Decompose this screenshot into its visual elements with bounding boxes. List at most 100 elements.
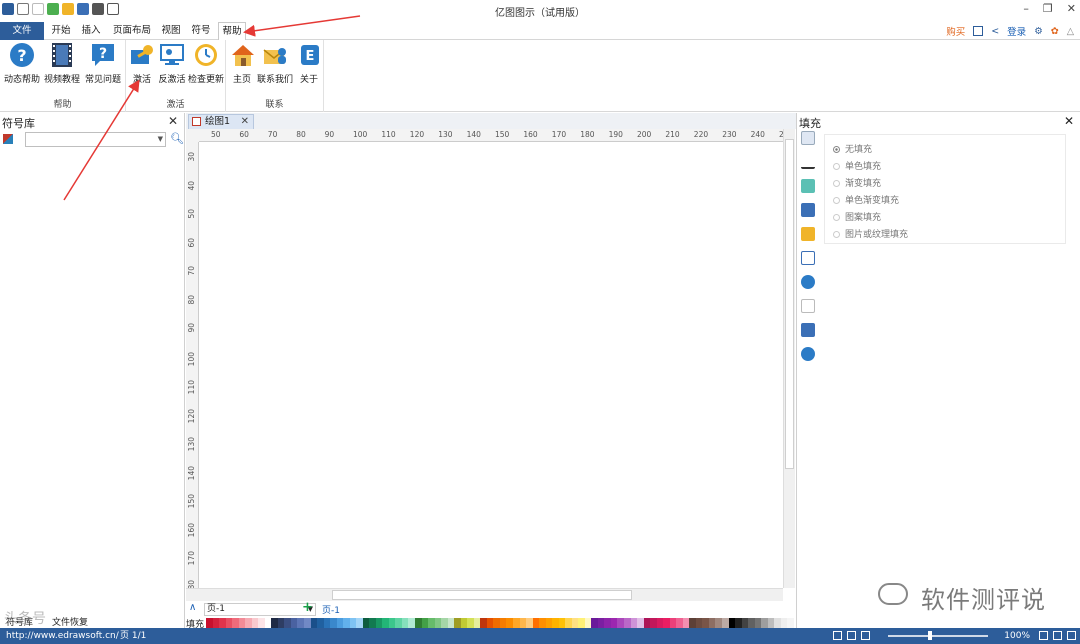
fill-icon[interactable]: [801, 131, 815, 145]
shadow-icon[interactable]: [801, 179, 815, 193]
globe-icon[interactable]: [801, 275, 815, 289]
minimize-icon[interactable]: –: [1023, 2, 1029, 15]
share-icon[interactable]: <: [991, 26, 999, 37]
comment-icon[interactable]: [801, 323, 815, 337]
ribbon-group-help: ? 动态帮助 视频教程 ? 常见问题 帮助: [0, 40, 126, 112]
zoom-slider[interactable]: [888, 631, 988, 640]
close-window-icon[interactable]: ✕: [1067, 2, 1076, 15]
line-icon[interactable]: [801, 155, 815, 169]
activate-button[interactable]: 激活: [128, 42, 156, 85]
ruler-corner: [186, 129, 199, 142]
clock-icon: [192, 42, 220, 68]
document-icon: [192, 117, 201, 126]
drawing-canvas[interactable]: [199, 142, 783, 588]
buy-link[interactable]: 购买: [946, 24, 965, 38]
close-icon[interactable]: ✕: [1064, 114, 1074, 128]
video-tutorial-button[interactable]: 视频教程: [43, 42, 81, 85]
watermark-text: 软件测评说: [921, 586, 1046, 614]
ruler-tick-label: 40: [187, 180, 196, 191]
tab-page-layout[interactable]: 页面布局: [110, 22, 154, 40]
ribbon-group-activate: 激活 反激活 检查更新 激活: [126, 40, 226, 112]
theme-icon[interactable]: ✿: [1051, 26, 1059, 37]
about-button[interactable]: E 关于: [296, 42, 322, 85]
radio-icon: [833, 163, 840, 170]
screen-icon[interactable]: [973, 26, 984, 36]
ruler-tick-label: 140: [187, 465, 196, 480]
radio-icon: [833, 146, 840, 153]
contact-us-button[interactable]: 联系我们: [256, 42, 294, 85]
chevron-up-icon[interactable]: ∧: [189, 602, 196, 613]
watermark-left: 头条号: [4, 611, 46, 627]
ruler-tick-label: 110: [187, 380, 196, 395]
vertical-ruler: 30 40 50 60 70 80 90 100 110 120 130 140 150 160 170 18…: [186, 142, 199, 588]
faq-button[interactable]: ? 常见问题: [84, 42, 122, 85]
fill-option-none[interactable]: 无填充: [833, 142, 872, 155]
page-icon[interactable]: [801, 251, 815, 265]
tab-insert[interactable]: 插入: [78, 22, 104, 40]
page-select-value: 页-1: [207, 604, 225, 614]
deactivate-button[interactable]: 反激活: [155, 42, 189, 85]
tab-home[interactable]: 开始: [48, 22, 74, 40]
radio-icon: [833, 197, 840, 204]
tab-symbol[interactable]: 符号: [188, 22, 214, 40]
ruler-tick-label: 100: [187, 351, 196, 366]
fit-page-icon[interactable]: [1039, 631, 1048, 640]
tab-file[interactable]: 文件: [0, 22, 44, 40]
title-bar: 亿图图示（试用版） – ❐ ✕: [0, 0, 1080, 22]
document-tab[interactable]: 绘图1 ✕: [188, 114, 254, 129]
login-link[interactable]: 登录: [1007, 24, 1026, 38]
normal-view-icon[interactable]: [833, 631, 842, 640]
ribbon-group-contact: 主页 联系我们 E 关于 联系: [226, 40, 324, 112]
document-icon[interactable]: [801, 299, 815, 313]
fill-option-label: 渐变填充: [845, 179, 882, 189]
fill-option-label: 图片或纹理填充: [845, 230, 909, 240]
scroll-thumb[interactable]: [332, 590, 632, 600]
fill-option-texture[interactable]: 图片或纹理填充: [833, 227, 908, 240]
settings-icon[interactable]: ⚙: [1034, 26, 1043, 37]
page-select[interactable]: 页-1 ▼: [204, 603, 316, 616]
dynamic-help-button[interactable]: ? 动态帮助: [4, 42, 40, 85]
library-search-input[interactable]: ▼: [25, 132, 166, 147]
svg-text:E: E: [306, 49, 315, 64]
home-button[interactable]: 主页: [229, 42, 255, 85]
zoom-knob[interactable]: [928, 631, 932, 640]
horizontal-scrollbar[interactable]: [186, 588, 783, 601]
fill-panel: 填充 ✕ 无填充 单色填充 渐变填充 单色渐变填充 图案填充 图片或纹理填充: [796, 113, 1080, 628]
add-page-icon[interactable]: +: [302, 600, 313, 615]
page-view-icon[interactable]: [847, 631, 856, 640]
image-icon[interactable]: [801, 203, 815, 217]
vertical-scrollbar[interactable]: [783, 129, 795, 588]
tab-view[interactable]: 视图: [158, 22, 184, 40]
svg-text:?: ?: [99, 46, 107, 62]
library-icon[interactable]: [3, 134, 13, 144]
tab-help[interactable]: 帮助: [218, 22, 246, 41]
ruler-tick-label: 150: [187, 494, 196, 509]
symbol-library-title: 符号库: [2, 117, 35, 130]
status-url[interactable]: http://www.edrawsoft.cn/: [6, 628, 119, 644]
scroll-thumb[interactable]: [785, 139, 794, 469]
close-icon[interactable]: ✕: [168, 114, 178, 128]
color-swatch[interactable]: [787, 618, 794, 628]
dynamic-help-label: 动态帮助: [4, 75, 41, 85]
fullscreen-icon[interactable]: [861, 631, 870, 640]
fit-width-icon[interactable]: [1053, 631, 1062, 640]
fit-icons: [1039, 631, 1076, 640]
fill-option-solid[interactable]: 单色填充: [833, 159, 881, 172]
help-icon[interactable]: [801, 347, 815, 361]
ruler-tick-label: 240: [750, 130, 765, 139]
close-tab-icon[interactable]: ✕: [241, 115, 249, 128]
fill-option-single-gradient[interactable]: 单色渐变填充: [833, 193, 899, 206]
search-icon[interactable]: 🔍︎: [170, 132, 184, 145]
about-icon: E: [296, 42, 324, 68]
check-update-button[interactable]: 检查更新: [186, 42, 226, 85]
fill-option-pattern[interactable]: 图案填充: [833, 210, 881, 223]
collapse-ribbon-icon[interactable]: △: [1067, 26, 1074, 37]
tab-file-recovery[interactable]: 文件恢复: [52, 615, 88, 628]
fill-option-gradient[interactable]: 渐变填充: [833, 176, 881, 189]
page-tab[interactable]: 页-1: [322, 603, 340, 616]
layer-icon[interactable]: [801, 227, 815, 241]
key-icon: [128, 42, 156, 68]
fit-window-icon[interactable]: [1067, 631, 1076, 640]
restore-icon[interactable]: ❐: [1043, 2, 1053, 15]
ruler-tick-label: 170: [551, 130, 567, 139]
